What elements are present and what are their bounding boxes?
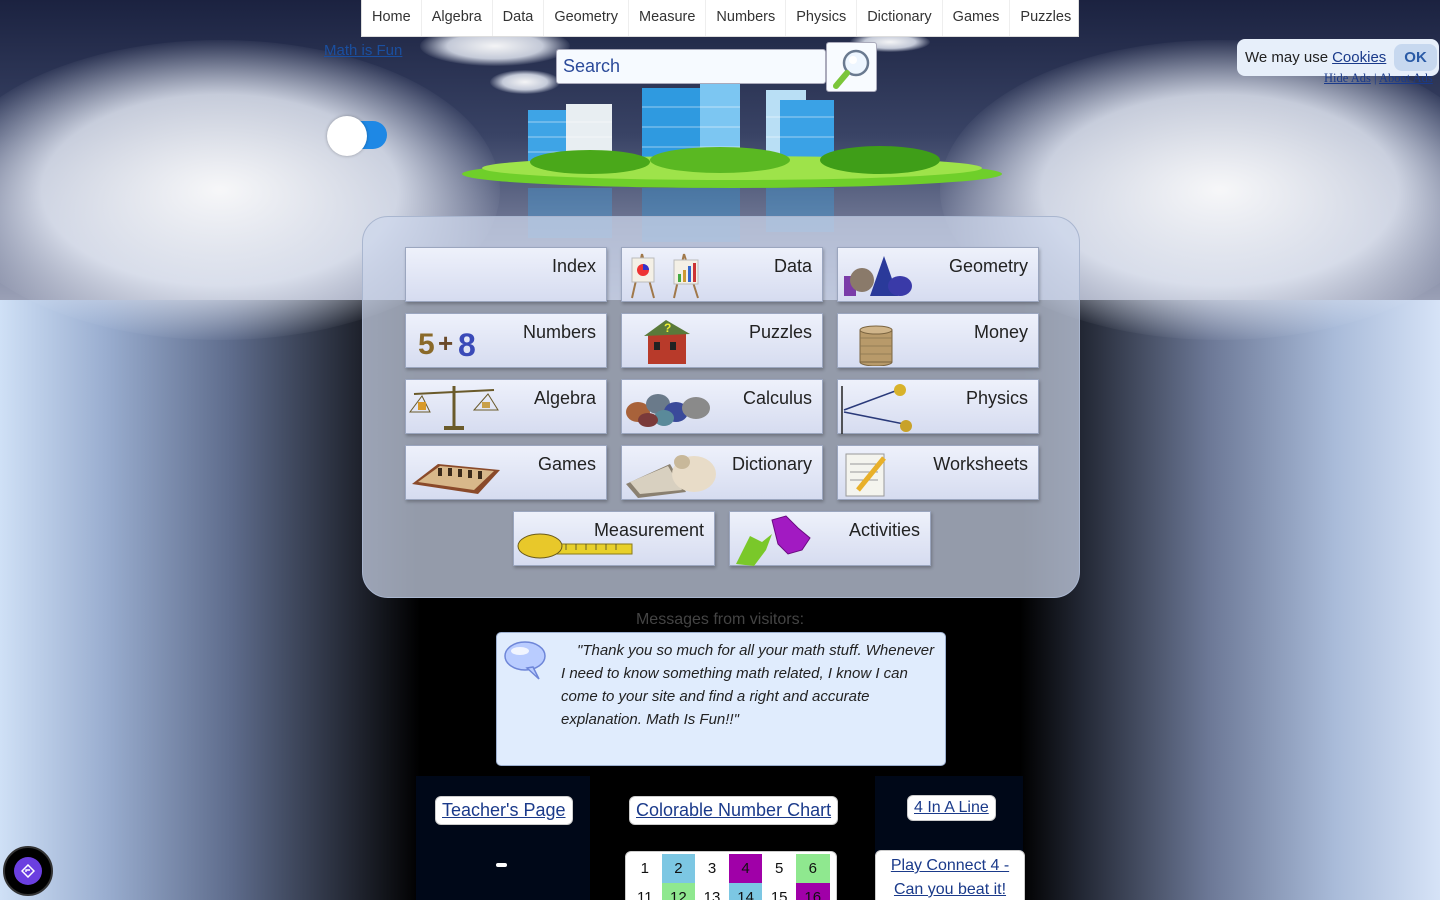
speech-bubble-icon <box>504 641 546 680</box>
ads-links: Hide Ads | About Ads <box>1324 71 1433 86</box>
tile-label: Physics <box>965 388 1028 408</box>
tile-worksheets[interactable]: Worksheets <box>837 445 1039 500</box>
ads-separator: | <box>1374 71 1377 85</box>
svg-text:+: + <box>438 328 453 358</box>
bottom-column-teacher <box>416 776 590 900</box>
vectors-icon <box>840 382 920 439</box>
teacher-dash <box>496 863 507 867</box>
top-nav: Home Algebra Data Geometry Measure Numbers Phy… <box>361 0 1079 37</box>
tile-activities[interactable]: Activities <box>729 511 931 566</box>
four-in-a-line-link[interactable]: 4 In A Line <box>907 795 996 821</box>
tile-geometry[interactable]: Geometry <box>837 247 1039 302</box>
number-cell[interactable]: 4 <box>728 854 763 883</box>
tile-algebra[interactable]: Algebra <box>405 379 607 434</box>
number-cell[interactable]: 1 <box>628 854 662 883</box>
tile-money[interactable]: Money <box>837 313 1039 368</box>
connect4-alt-text: Play Connect 4 - Can you beat it! <box>890 857 1010 898</box>
nav-item-measure[interactable]: Measure <box>629 0 707 36</box>
tile-measurement[interactable]: Measurement <box>513 511 715 566</box>
teachers-page-link[interactable]: Teacher's Page <box>435 796 573 825</box>
cookie-text: We may use <box>1245 49 1329 66</box>
tile-calculus[interactable]: Calculus <box>621 379 823 434</box>
hide-ads-link[interactable]: Hide Ads <box>1324 71 1371 85</box>
visitor-quote: "Thank you so much for all your math stu… <box>561 642 935 728</box>
pebbles-icon <box>624 382 716 437</box>
number-cell[interactable]: 16 <box>795 883 830 900</box>
number-cell[interactable]: 14 <box>728 883 763 900</box>
number-cell[interactable]: 11 <box>628 883 662 900</box>
number-cell[interactable]: 6 <box>795 854 830 883</box>
number-cell[interactable]: 13 <box>695 883 729 900</box>
colorable-number-chart-link[interactable]: Colorable Number Chart <box>629 796 839 825</box>
number-cell[interactable]: 2 <box>661 854 696 883</box>
shapes-icon <box>840 250 920 305</box>
worksheet-pencil-icon <box>840 448 900 503</box>
about-ads-link[interactable]: About Ads <box>1379 71 1433 85</box>
tile-label: Money <box>973 322 1028 342</box>
tile-label: Numbers <box>522 322 596 342</box>
chessboard-icon <box>408 448 504 503</box>
nav-item-numbers[interactable]: Numbers <box>706 0 787 36</box>
site-logo-link[interactable]: Math is Fun <box>324 42 402 59</box>
tile-label: Activities <box>848 520 920 540</box>
number-cell[interactable]: 5 <box>762 854 796 883</box>
tile-index[interactable]: Index <box>405 247 607 302</box>
five-plus-eight-icon: 5 +8 <box>408 316 488 371</box>
nav-item-physics[interactable]: Physics <box>786 0 858 36</box>
number-cell[interactable]: 12 <box>661 883 696 900</box>
tile-label: Data <box>773 256 812 276</box>
tile-data[interactable]: Data <box>621 247 823 302</box>
tile-physics[interactable]: Physics <box>837 379 1039 434</box>
category-panel: Index Data Geometry 5 +8 Numbers? Puzzles Money… <box>362 216 1080 598</box>
messages-heading: Messages from visitors: <box>635 611 805 628</box>
tile-numbers[interactable]: 5 +8 Numbers <box>405 313 607 368</box>
tile-dictionary[interactable]: Dictionary <box>621 445 823 500</box>
puzzle-house-icon: ? <box>624 316 704 371</box>
theme-toggle[interactable] <box>327 116 387 156</box>
nav-item-home[interactable]: Home <box>362 0 422 36</box>
tile-label: Algebra <box>533 388 596 408</box>
nav-item-algebra[interactable]: Algebra <box>422 0 493 36</box>
nav-item-dictionary[interactable]: Dictionary <box>857 0 943 36</box>
cookie-ok-button[interactable]: OK <box>1394 44 1437 71</box>
hands-icon <box>732 514 816 571</box>
easel-charts-icon <box>624 250 704 305</box>
number-cell[interactable]: 15 <box>762 883 796 900</box>
floating-assistant-button[interactable] <box>3 846 53 896</box>
tile-label: Dictionary <box>731 454 812 474</box>
search-input[interactable] <box>556 49 826 84</box>
connect4-image-link[interactable]: Play Connect 4 - Can you beat it! <box>875 850 1025 900</box>
coin-stack-icon <box>840 316 920 371</box>
diamond-arrow-icon <box>14 857 42 885</box>
number-cell[interactable]: 3 <box>695 854 729 883</box>
tile-label: Calculus <box>742 388 812 408</box>
book-dog-icon <box>624 448 720 503</box>
number-chart-preview[interactable]: 1 2 3 4 5 6 11 12 13 14 15 16 <box>625 851 837 900</box>
nav-item-puzzles[interactable]: Puzzles <box>1010 0 1081 36</box>
nav-item-data[interactable]: Data <box>493 0 545 36</box>
svg-text:5: 5 <box>418 328 435 361</box>
tile-puzzles[interactable]: ? Puzzles <box>621 313 823 368</box>
tile-label: Measurement <box>593 520 704 540</box>
tile-games[interactable]: Games <box>405 445 607 500</box>
tile-label: Worksheets <box>933 454 1028 474</box>
toggle-knob <box>327 116 367 156</box>
svg-text:?: ? <box>664 321 671 335</box>
cookies-link[interactable]: Cookies <box>1332 49 1386 66</box>
tile-label: Puzzles <box>748 322 812 342</box>
tile-label: Geometry <box>948 256 1028 276</box>
tile-label: Games <box>537 454 596 474</box>
visitor-message-box: "Thank you so much for all your math stu… <box>496 632 946 766</box>
nav-item-games[interactable]: Games <box>943 0 1011 36</box>
svg-text:8: 8 <box>458 327 476 363</box>
tile-label: Index <box>551 256 596 276</box>
balance-scale-icon <box>408 382 500 437</box>
nav-item-geometry[interactable]: Geometry <box>544 0 629 36</box>
